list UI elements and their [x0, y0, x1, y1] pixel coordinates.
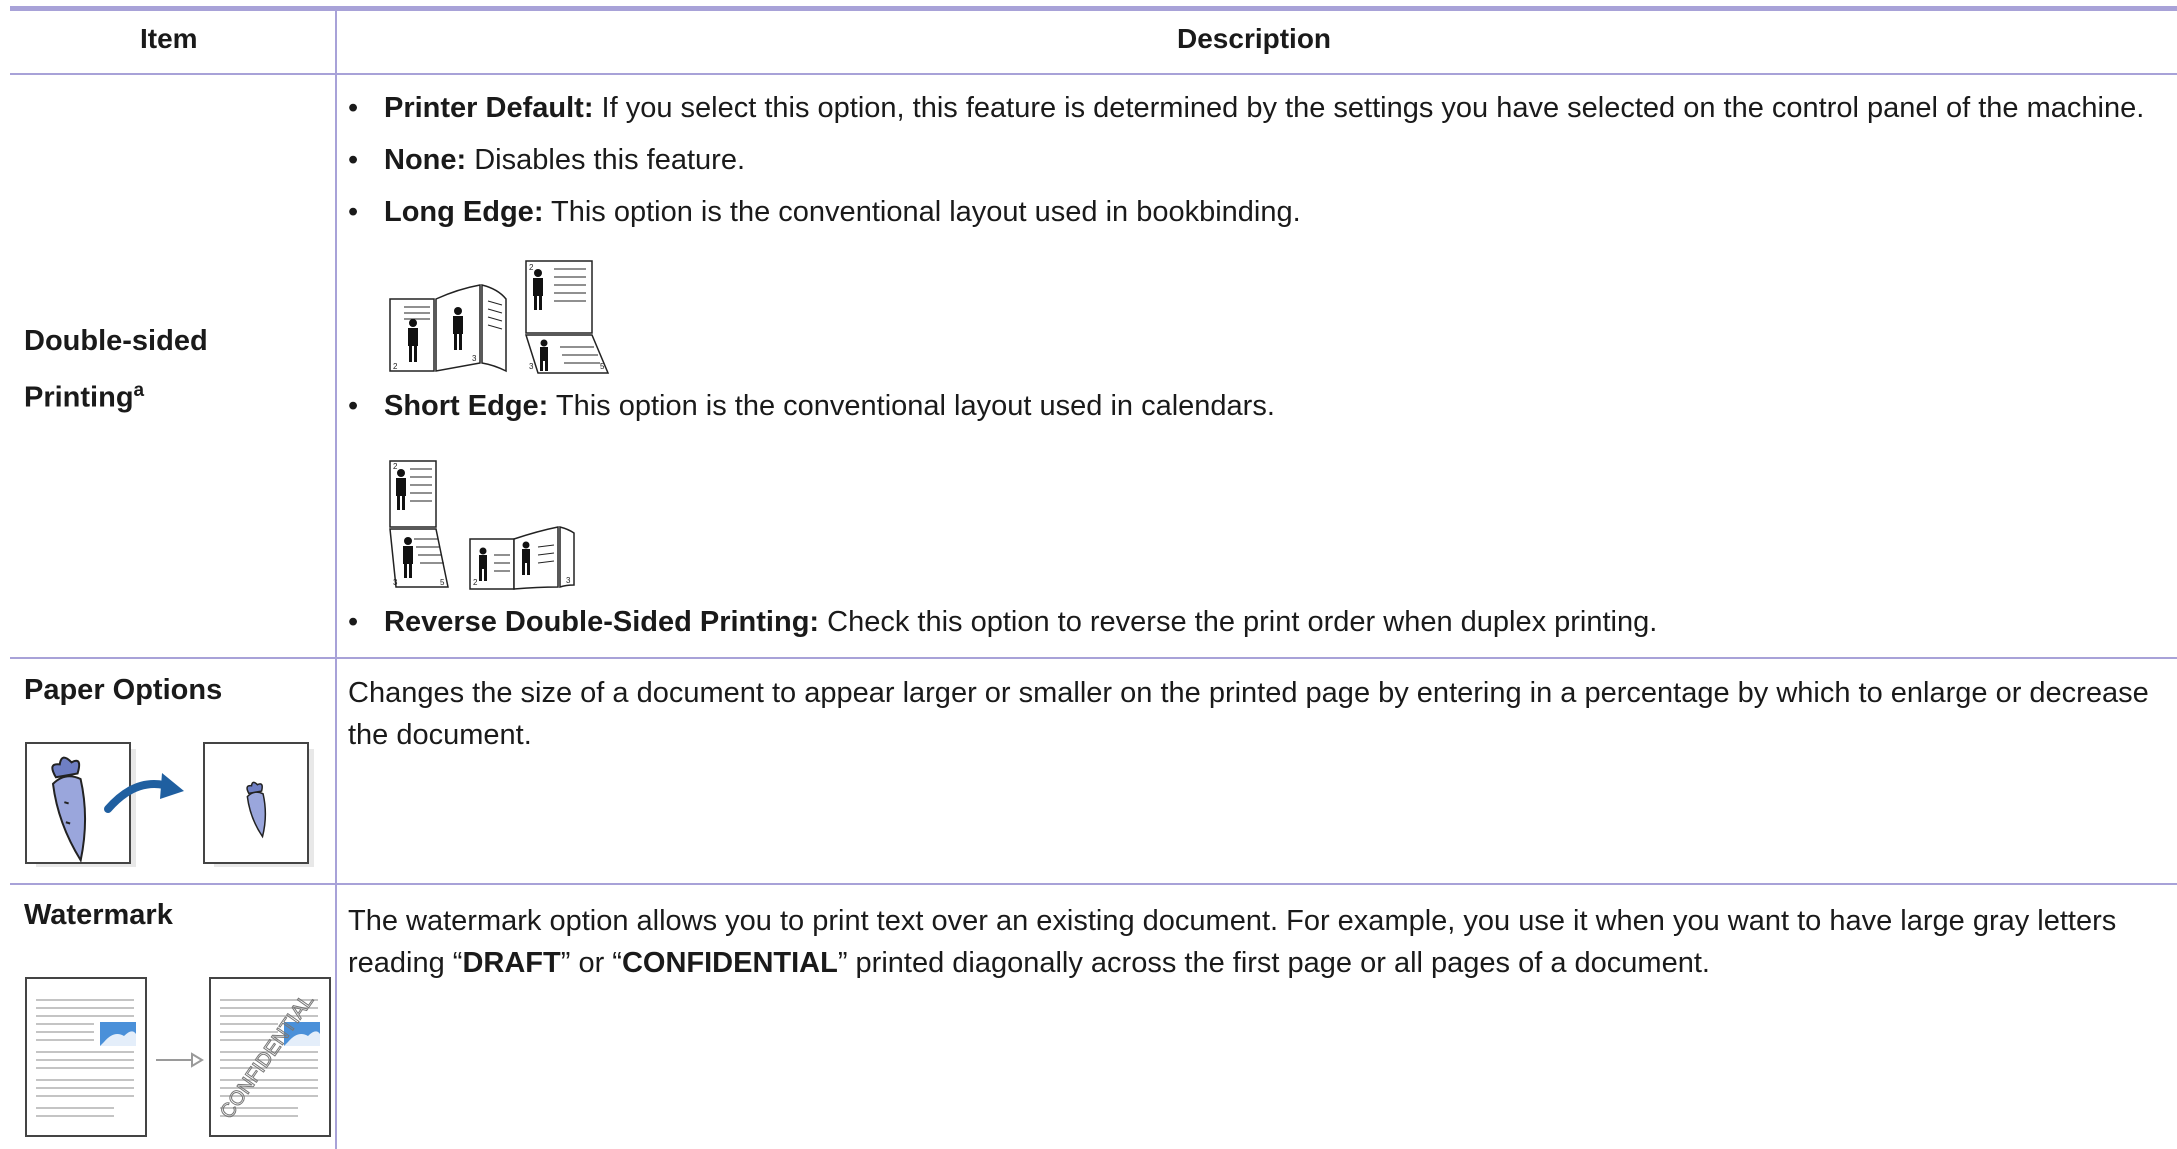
page-number: 3 [529, 362, 534, 371]
bullet-text: Check this option to reverse the print o… [819, 606, 1658, 638]
column-header-description: Description [1177, 23, 1332, 54]
bullet-text: If you select this option, this feature … [593, 92, 2145, 124]
long-edge-illustration: 2 3 2 3 5 [389, 260, 610, 374]
page-number: 3 [566, 576, 571, 585]
short-edge-illustration: 2 3 5 2 3 [389, 460, 575, 590]
bullet-term: Printer Default: [384, 92, 594, 124]
footnote-marker: a [133, 380, 145, 401]
scaling-illustration [25, 742, 314, 867]
item-paper-options: Paper Options [24, 674, 223, 706]
description-bold-confidential: CONFIDENTIAL [621, 947, 838, 979]
bullet-dot: • [348, 390, 359, 422]
page-number: 5 [440, 578, 445, 587]
page-number: 2 [473, 578, 478, 587]
bullet-term: None: [384, 144, 467, 176]
watermark-illustration: CONFIDENTIAL [25, 977, 331, 1137]
bullet-dot: • [348, 92, 359, 124]
description-text: ” or “ [560, 947, 622, 979]
page-number: 2 [393, 462, 398, 471]
bullet-text: This option is the conventional layout u… [543, 196, 1301, 228]
watermark-description: The watermark option allows you to print… [348, 900, 2168, 984]
page-number: 2 [393, 362, 398, 371]
bullet-dot: • [348, 196, 359, 228]
column-divider [335, 11, 337, 1149]
page-number: 2 [529, 263, 534, 272]
options-table: Item Description Double-sided Printinga … [10, 6, 2177, 1149]
column-header-item: Item [140, 23, 198, 54]
page-number: 3 [393, 578, 398, 587]
bullet-dot: • [348, 144, 359, 176]
paper-options-description: Changes the size of a document to appear… [348, 677, 2149, 751]
item-label: Double-sided [24, 325, 208, 357]
item-double-sided-printing: Double-sided Printinga [24, 316, 208, 423]
bullet-text: Disables this feature. [466, 144, 746, 176]
bullet-text: This option is the conventional layout u… [548, 390, 1275, 422]
item-label-line2: Printing [24, 381, 134, 414]
bullet-dot: • [348, 606, 359, 638]
bullet-term: Long Edge: [384, 196, 544, 228]
bullet-term: Short Edge: [384, 390, 549, 422]
description-text: ” printed diagonally across the first pa… [837, 947, 1710, 979]
bullet-term: Reverse Double-Sided Printing: [384, 606, 820, 638]
description-bold-draft: DRAFT [462, 947, 561, 979]
page-number: 3 [472, 354, 477, 363]
page-number: 5 [600, 362, 605, 371]
item-watermark: Watermark [24, 899, 173, 931]
